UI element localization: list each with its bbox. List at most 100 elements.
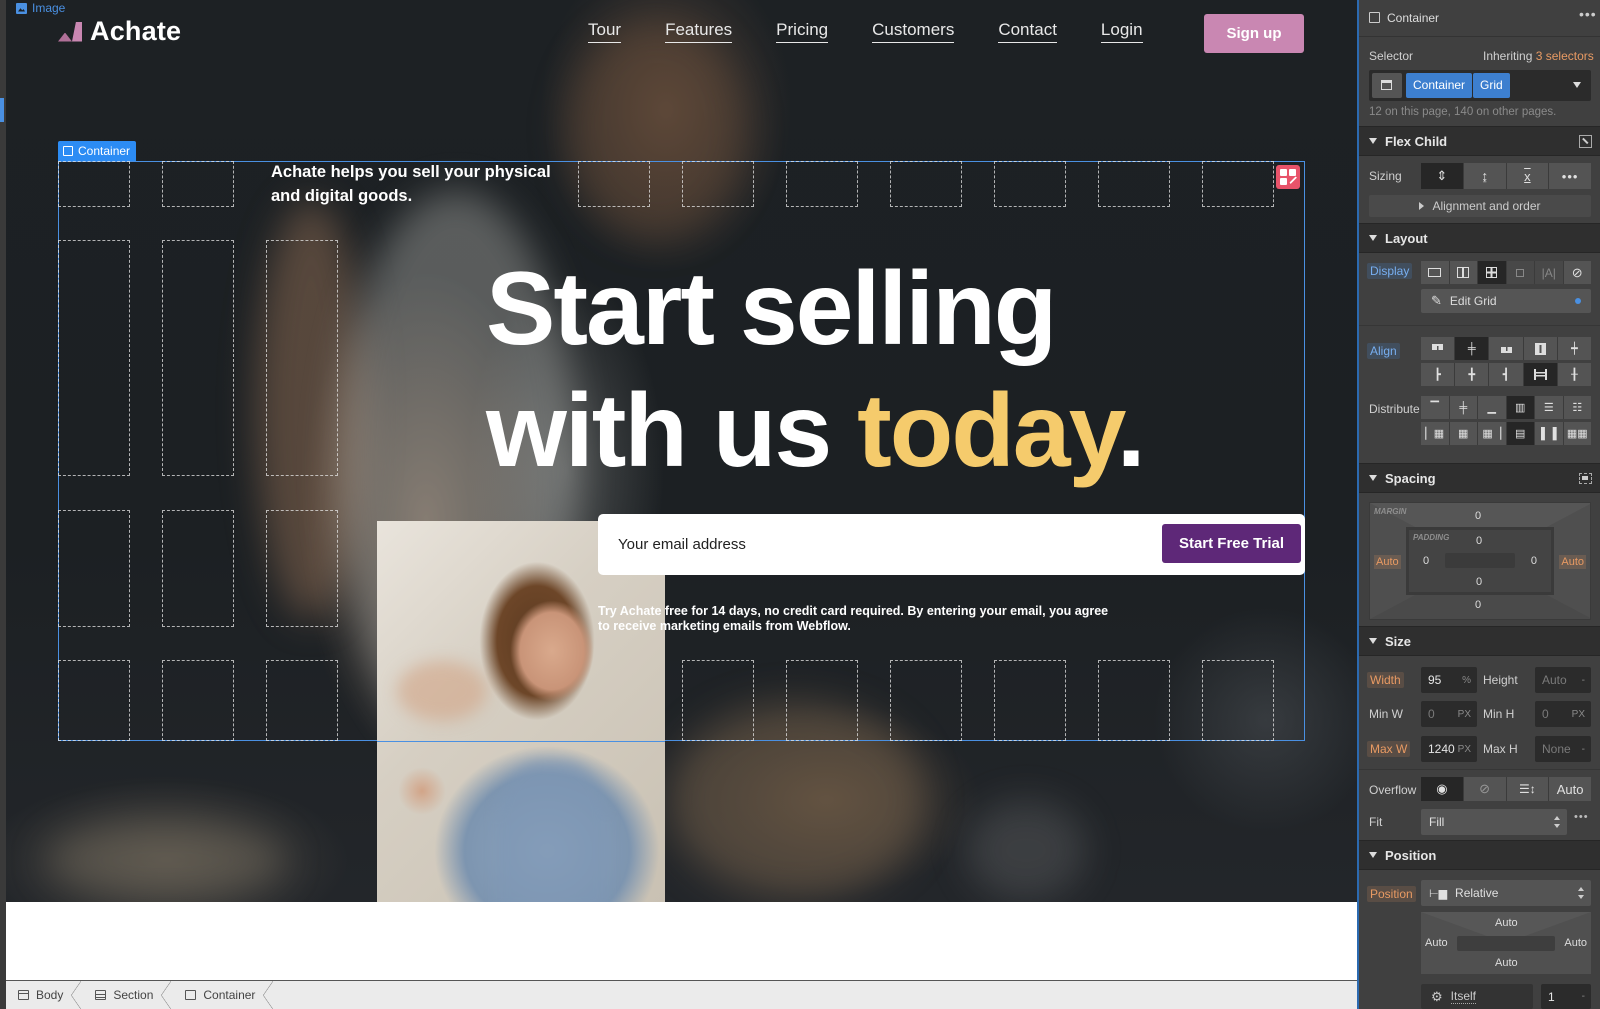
display-flex-button[interactable]: [1449, 261, 1478, 284]
relative-to-select[interactable]: ⚙ Itself: [1421, 984, 1533, 1009]
nav-link-customers[interactable]: Customers: [872, 20, 955, 43]
offset-bottom-value[interactable]: Auto: [1495, 957, 1518, 969]
nav-link-contact[interactable]: Contact: [998, 20, 1057, 43]
sizing-grow-button[interactable]: ↨: [1463, 163, 1507, 189]
justify-content-between-button[interactable]: ▌▐: [1535, 422, 1564, 445]
alignment-order-toggle[interactable]: Alignment and order: [1369, 195, 1591, 217]
container-element-tag[interactable]: Container: [58, 141, 137, 161]
z-index-input[interactable]: 1-: [1541, 984, 1591, 1009]
min-width-unit[interactable]: PX: [1458, 709, 1471, 720]
justify-content-around-button[interactable]: ▦▦: [1563, 422, 1591, 445]
height-unit[interactable]: -: [1582, 675, 1585, 686]
selector-chip-grid[interactable]: Grid: [1473, 73, 1510, 98]
breadcrumb-container[interactable]: Container: [173, 980, 275, 1009]
brand-name: Achate: [90, 16, 182, 46]
chevron-down-icon[interactable]: [1573, 82, 1581, 88]
min-width-input[interactable]: 0 PX: [1421, 701, 1477, 727]
overflow-hidden-button[interactable]: ⊘: [1463, 777, 1507, 801]
content-space-around-button[interactable]: ☷: [1563, 396, 1591, 419]
signup-button[interactable]: Sign up: [1204, 14, 1304, 53]
sizing-shrink-button[interactable]: ⇕: [1421, 163, 1464, 189]
nav-link-pricing[interactable]: Pricing: [776, 20, 829, 43]
brand-logo[interactable]: Achate: [58, 16, 181, 47]
email-input[interactable]: [618, 514, 1158, 575]
min-height-unit[interactable]: PX: [1572, 709, 1585, 720]
margin-bottom-value[interactable]: 0: [1475, 599, 1481, 611]
position-select[interactable]: ⊢▆ Relative: [1421, 880, 1591, 906]
padding-bottom-value[interactable]: 0: [1476, 576, 1482, 588]
justify-content-start-button[interactable]: ▏▦: [1421, 422, 1450, 445]
breadcrumb-body[interactable]: Body: [6, 980, 83, 1009]
display-inline-block-button[interactable]: [1506, 261, 1535, 284]
align-end-button[interactable]: [1489, 337, 1524, 360]
start-free-trial-button[interactable]: Start Free Trial: [1162, 524, 1301, 563]
max-height-input[interactable]: None -: [1535, 736, 1591, 762]
max-width-unit[interactable]: PX: [1458, 744, 1471, 755]
width-input[interactable]: 95%: [1421, 667, 1477, 693]
more-icon[interactable]: •••: [1579, 6, 1597, 22]
overflow-scroll-button[interactable]: ☰↕: [1506, 777, 1550, 801]
justify-end-button[interactable]: ┫: [1489, 363, 1524, 386]
nav-link-features[interactable]: Features: [665, 20, 733, 43]
justify-baseline-button[interactable]: ╂: [1557, 363, 1592, 386]
section-header-flex-child[interactable]: Flex Child: [1359, 126, 1600, 156]
section-header-size[interactable]: Size: [1359, 626, 1600, 656]
justify-center-button[interactable]: ╋: [1455, 363, 1490, 386]
nav-link-login[interactable]: Login: [1100, 20, 1143, 43]
min-height-input[interactable]: 0 PX: [1535, 701, 1591, 727]
content-stretch-button[interactable]: ▥: [1506, 396, 1535, 419]
margin-top-value[interactable]: 0: [1475, 510, 1481, 522]
fit-more-icon[interactable]: •••: [1574, 811, 1589, 823]
margin-left-value[interactable]: Auto: [1374, 555, 1401, 569]
flex-child-help-icon[interactable]: [1579, 135, 1592, 148]
selector-field[interactable]: Container Grid: [1369, 70, 1591, 101]
overflow-visible-button[interactable]: ◉: [1421, 777, 1464, 801]
inheriting-count-link[interactable]: 3 selectors: [1536, 49, 1594, 63]
content-end-button[interactable]: ▁: [1478, 396, 1507, 419]
justify-content-center-button[interactable]: ▦: [1449, 422, 1478, 445]
display-inline-button[interactable]: |A|: [1535, 261, 1564, 284]
offset-top-value[interactable]: Auto: [1495, 917, 1518, 929]
padding-top-value[interactable]: 0: [1476, 535, 1482, 547]
overflow-auto-button[interactable]: Auto: [1549, 777, 1591, 801]
offset-right-value[interactable]: Auto: [1564, 937, 1587, 949]
justify-stretch-button[interactable]: [1523, 363, 1558, 386]
content-center-button[interactable]: ╪: [1449, 396, 1478, 419]
align-baseline-button[interactable]: ┿: [1557, 337, 1592, 360]
product-photo[interactable]: [377, 521, 665, 902]
image-element-tag[interactable]: Image: [16, 1, 65, 15]
selector-chip-container[interactable]: Container: [1406, 73, 1473, 98]
breadcrumb-section[interactable]: Section: [83, 980, 173, 1009]
selector-state-button[interactable]: [1372, 73, 1402, 98]
sizing-more-button[interactable]: •••: [1549, 163, 1591, 189]
section-header-layout[interactable]: Layout: [1359, 223, 1600, 253]
height-input[interactable]: Auto -: [1535, 667, 1591, 693]
edit-grid-icon[interactable]: [1276, 165, 1300, 189]
nav-link-tour[interactable]: Tour: [588, 20, 622, 43]
width-unit[interactable]: %: [1462, 675, 1471, 686]
display-grid-button[interactable]: [1478, 261, 1507, 284]
spacing-preset-icon[interactable]: [1579, 473, 1592, 484]
hero-bg-tape: [46, 820, 286, 900]
fit-select[interactable]: Fill: [1421, 809, 1567, 835]
content-space-between-button[interactable]: ☰: [1535, 396, 1564, 419]
section-header-position[interactable]: Position: [1359, 840, 1600, 870]
sizing-none-button[interactable]: x: [1506, 163, 1550, 189]
padding-right-value[interactable]: 0: [1531, 555, 1537, 567]
justify-content-stretch-button[interactable]: ▤: [1506, 422, 1535, 445]
align-stretch-button[interactable]: [1523, 337, 1558, 360]
max-height-unit[interactable]: -: [1582, 744, 1585, 755]
content-start-button[interactable]: ▔: [1421, 396, 1450, 419]
section-header-spacing[interactable]: Spacing: [1359, 463, 1600, 493]
align-start-button[interactable]: [1421, 337, 1456, 360]
max-width-input[interactable]: 1240 PX: [1421, 736, 1477, 762]
margin-right-value[interactable]: Auto: [1559, 555, 1586, 569]
display-block-button[interactable]: [1421, 261, 1450, 284]
justify-start-button[interactable]: ┣: [1421, 363, 1456, 386]
edit-grid-button[interactable]: ✎ Edit Grid: [1421, 289, 1591, 313]
display-none-button[interactable]: ⊘: [1563, 261, 1591, 284]
offset-left-value[interactable]: Auto: [1425, 937, 1448, 949]
justify-content-end-button[interactable]: ▦▕: [1478, 422, 1507, 445]
align-center-button[interactable]: ╪: [1455, 337, 1490, 360]
padding-left-value[interactable]: 0: [1423, 555, 1429, 567]
